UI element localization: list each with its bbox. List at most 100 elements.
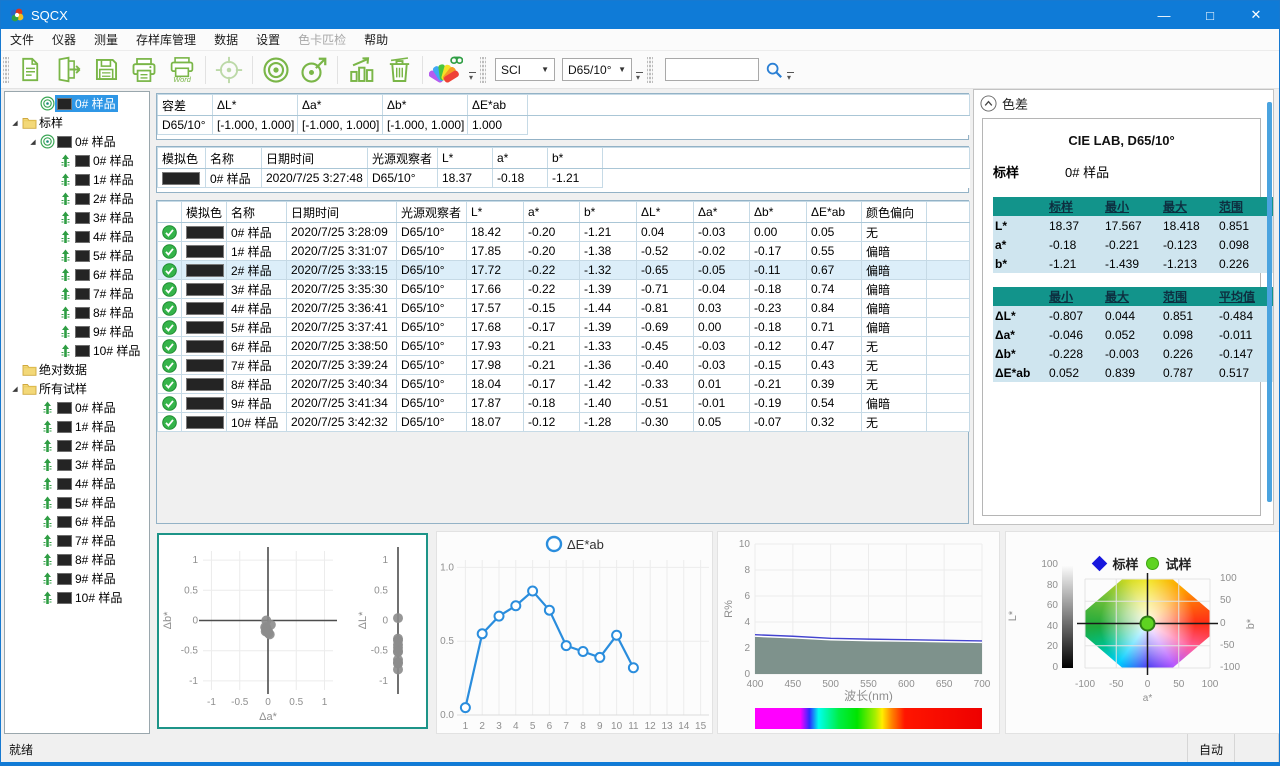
- expander-icon[interactable]: ◢: [9, 385, 21, 393]
- tree-item[interactable]: 1# 样品: [5, 170, 149, 189]
- color-swatch: [57, 497, 72, 509]
- menu-item[interactable]: 存样库管理: [127, 29, 205, 50]
- svg-text:14: 14: [678, 721, 690, 732]
- tree-item[interactable]: 2# 样品: [5, 189, 149, 208]
- tree-item[interactable]: 4# 样品: [5, 227, 149, 246]
- tree-item[interactable]: 0# 样品: [5, 398, 149, 417]
- lab-abs-header: 标样: [1047, 197, 1103, 216]
- color-swatch: [75, 307, 90, 319]
- menu-item[interactable]: 测量: [85, 29, 127, 50]
- collapse-icon[interactable]: [980, 95, 997, 112]
- tolerance-cell[interactable]: [-1.000, 1.000]: [298, 116, 383, 135]
- tolerance-cell[interactable]: [-1.000, 1.000]: [213, 116, 298, 135]
- sci-dropdown[interactable]: SCI▼: [495, 58, 555, 81]
- tree-item[interactable]: ◢所有试样: [5, 379, 149, 398]
- svg-text:10: 10: [611, 721, 623, 732]
- svg-text:-0.5: -0.5: [181, 646, 199, 657]
- menu-item[interactable]: 数据: [205, 29, 247, 50]
- expander-icon[interactable]: ◢: [27, 138, 39, 146]
- sample-row[interactable]: 3# 样品2020/7/25 3:35:30D65/10°17.66-0.22-…: [158, 280, 970, 299]
- sample-row[interactable]: 4# 样品2020/7/25 3:36:41D65/10°17.57-0.15-…: [158, 299, 970, 318]
- tree-item[interactable]: 6# 样品: [5, 265, 149, 284]
- svg-text:R%: R%: [723, 600, 735, 618]
- toolbar-overflow-icon[interactable]: ▾: [469, 72, 476, 82]
- tree-item[interactable]: 10# 样品: [5, 341, 149, 360]
- sample-row[interactable]: 5# 样品2020/7/25 3:37:41D65/10°17.68-0.17-…: [158, 318, 970, 337]
- color-cards-button[interactable]: [427, 53, 465, 87]
- illuminant-dropdown[interactable]: D65/10°▼: [562, 58, 632, 81]
- tree-item[interactable]: 绝对数据: [5, 360, 149, 379]
- tree-item[interactable]: 3# 样品: [5, 208, 149, 227]
- sample-header: 模拟色: [182, 202, 227, 223]
- tree-item[interactable]: 5# 样品: [5, 246, 149, 265]
- export-button[interactable]: [49, 53, 87, 87]
- search-input[interactable]: [665, 58, 759, 81]
- tree-item[interactable]: 8# 样品: [5, 303, 149, 322]
- svg-text:2: 2: [479, 721, 485, 732]
- auto-button[interactable]: 自动: [1187, 734, 1235, 764]
- tree-item[interactable]: 5# 样品: [5, 493, 149, 512]
- chart-deab-trend[interactable]: 0.00.51.0123456789101112131415ΔE*ab: [436, 531, 713, 734]
- maximize-button[interactable]: □: [1187, 1, 1233, 29]
- tree-item[interactable]: 7# 样品: [5, 531, 149, 550]
- chevron-down-icon: ▼: [618, 65, 626, 74]
- tree-item[interactable]: 1# 样品: [5, 417, 149, 436]
- measure-sample-button[interactable]: [295, 53, 333, 87]
- svg-text:0.5: 0.5: [440, 636, 454, 647]
- save-button[interactable]: [87, 53, 125, 87]
- tree-item[interactable]: 3# 样品: [5, 455, 149, 474]
- new-file-icon: [17, 56, 44, 83]
- sample-row[interactable]: 0# 样品2020/7/25 3:28:09D65/10°18.42-0.20-…: [158, 223, 970, 242]
- tree-item[interactable]: ◢0# 样品: [5, 132, 149, 151]
- new-file-button[interactable]: [11, 53, 49, 87]
- menu-item[interactable]: 文件: [1, 29, 43, 50]
- sample-row[interactable]: 10# 样品2020/7/25 3:42:32D65/10°18.07-0.12…: [158, 413, 970, 432]
- sample-row[interactable]: 9# 样品2020/7/25 3:41:34D65/10°17.87-0.18-…: [158, 394, 970, 413]
- tree-item[interactable]: 7# 样品: [5, 284, 149, 303]
- close-button[interactable]: ✕: [1233, 1, 1279, 29]
- delete-button[interactable]: [380, 53, 418, 87]
- tree-item[interactable]: 0# 样品: [5, 151, 149, 170]
- sample-row[interactable]: 8# 样品2020/7/25 3:40:34D65/10°18.04-0.17-…: [158, 375, 970, 394]
- expander-icon[interactable]: ◢: [9, 119, 21, 127]
- tree-item[interactable]: ◢标样: [5, 113, 149, 132]
- chart-dab-dl-scatter[interactable]: -1-1-0.5-0.5000.50.511Δb*Δa*-1-0.500.51Δ…: [157, 533, 428, 729]
- svg-text:1: 1: [463, 721, 469, 732]
- tree-item[interactable]: 6# 样品: [5, 512, 149, 531]
- minimize-button[interactable]: —: [1141, 1, 1187, 29]
- standard-header: 名称: [206, 148, 262, 169]
- menu-item[interactable]: 色卡匹检: [289, 29, 355, 50]
- tree-item[interactable]: 8# 样品: [5, 550, 149, 569]
- menu-item[interactable]: 仪器: [43, 29, 85, 50]
- toolbar-overflow-icon[interactable]: ▾: [636, 72, 643, 82]
- print-word-button[interactable]: Word: [163, 53, 201, 87]
- calibrate-button: [210, 53, 248, 87]
- sample-row[interactable]: 7# 样品2020/7/25 3:39:24D65/10°17.98-0.21-…: [158, 356, 970, 375]
- scrollbar[interactable]: [1267, 102, 1272, 502]
- tolerance-cell[interactable]: D65/10°: [158, 116, 213, 135]
- color-diff-panel: 色差 CIE LAB, D65/10° 标样 0# 样品 标样最小最大范围L*1…: [973, 89, 1274, 525]
- sample-arrow-icon: [39, 419, 55, 434]
- measure-standard-button[interactable]: [257, 53, 295, 87]
- sample-row[interactable]: 1# 样品2020/7/25 3:31:07D65/10°17.85-0.20-…: [158, 242, 970, 261]
- tolerance-cell[interactable]: [-1.000, 1.000]: [383, 116, 468, 135]
- tree-item[interactable]: 9# 样品: [5, 569, 149, 588]
- menu-item[interactable]: 设置: [247, 29, 289, 50]
- print-button[interactable]: [125, 53, 163, 87]
- toolbar-overflow-icon[interactable]: ▾: [787, 72, 794, 82]
- sample-row[interactable]: 6# 样品2020/7/25 3:38:50D65/10°17.93-0.21-…: [158, 337, 970, 356]
- standard-row[interactable]: 0# 样品2020/7/25 3:27:48D65/10°18.37-0.18-…: [158, 169, 970, 188]
- tolerance-cell[interactable]: 1.000: [468, 116, 528, 135]
- tree-item[interactable]: 4# 样品: [5, 474, 149, 493]
- chart-color-gamut[interactable]: 标样试样100806040200L*100500-50-100b*-100-50…: [1005, 531, 1280, 734]
- tree-item[interactable]: 0# 样品: [5, 94, 149, 113]
- search-icon[interactable]: [765, 61, 783, 79]
- svg-text:8: 8: [744, 565, 750, 576]
- tree-item[interactable]: 9# 样品: [5, 322, 149, 341]
- chart-spectral-reflectance[interactable]: 0246810400450500550600650700R%波长(nm): [717, 531, 1000, 734]
- sample-row[interactable]: 2# 样品2020/7/25 3:33:15D65/10°17.72-0.22-…: [158, 261, 970, 280]
- menu-item[interactable]: 帮助: [355, 29, 397, 50]
- tree-item[interactable]: 10# 样品: [5, 588, 149, 607]
- report-chart-button[interactable]: [342, 53, 380, 87]
- tree-item[interactable]: 2# 样品: [5, 436, 149, 455]
